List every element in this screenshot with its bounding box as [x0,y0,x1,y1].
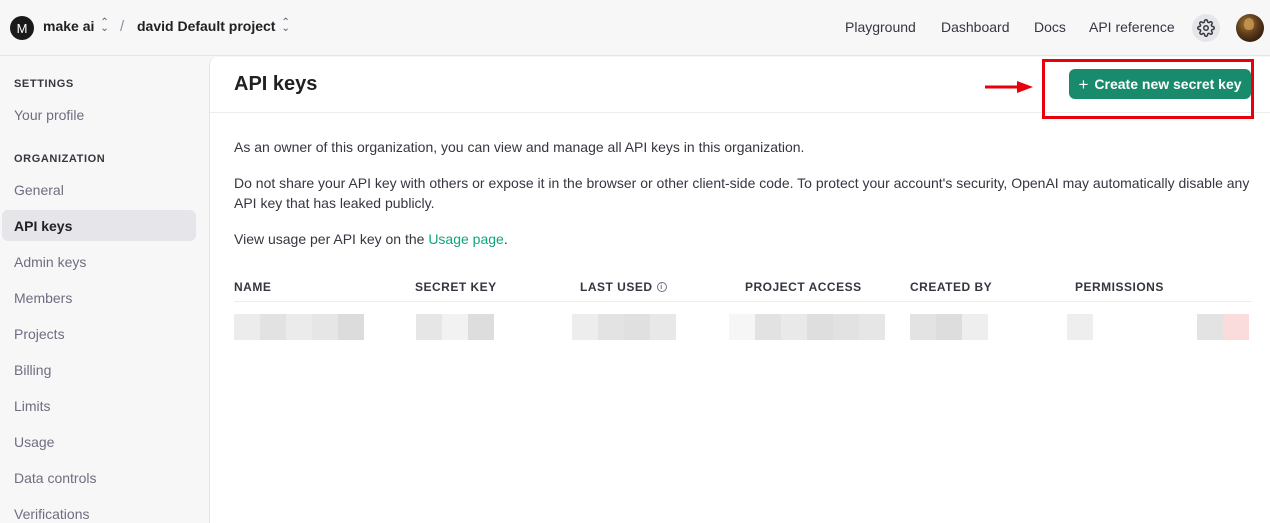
page-title: API keys [234,73,318,95]
plus-icon: + [1078,74,1089,94]
settings-heading: SETTINGS [14,78,74,90]
org-name: make ai [43,18,95,34]
sidebar-item-data-controls[interactable]: Data controls [2,462,196,493]
sidebar-item-limits[interactable]: Limits [2,390,196,421]
create-secret-key-label: Create new secret key [1094,76,1242,92]
column-header-project-access[interactable]: PROJECT ACCESS [745,280,862,294]
column-header-label: SECRET KEY [415,280,497,294]
info-icon[interactable]: i [656,282,667,292]
usage-note-suffix: . [503,231,508,247]
redacted-name [234,314,364,340]
table-divider [234,301,1252,302]
usage-note: View usage per API key on the Usage page… [234,229,1254,249]
nav-docs[interactable]: Docs [1034,19,1066,35]
sidebar-item-your-profile[interactable]: Your profile [2,99,196,130]
column-header-name[interactable]: NAME [234,280,271,294]
chevron-updown-icon: ⌃ ⌄ [281,17,290,34]
settings-button[interactable] [1192,14,1220,42]
breadcrumb-separator: / [120,18,125,35]
column-header-label: PERMISSIONS [1075,280,1164,294]
nav-api-reference[interactable]: API reference [1089,19,1175,35]
redacted-created-by [910,314,988,340]
org-avatar[interactable]: M [10,16,34,40]
sidebar-item-members[interactable]: Members [2,282,196,313]
redacted-secret-key [416,314,494,340]
column-header-label: PROJECT ACCESS [745,280,862,294]
top-bar: M make ai ⌃ ⌄ / david Default project ⌃ ⌄ … [0,0,1270,56]
usage-note-prefix: View usage per API key on the [234,231,429,247]
sidebar: SETTINGS Your profile ORGANIZATION Gener… [0,57,208,523]
redacted-last-used [572,314,676,340]
org-switcher[interactable]: make ai ⌃ ⌄ [43,17,109,35]
column-header-label: LAST USED [580,280,653,294]
user-avatar[interactable] [1236,14,1264,42]
sidebar-item-verifications[interactable]: Verifications [2,498,196,523]
column-header-permissions[interactable]: PERMISSIONS [1075,280,1164,294]
arrow-annotation-icon [985,81,1033,93]
redacted-permissions [1067,314,1093,340]
redacted-project-access [729,314,885,340]
usage-page-link[interactable]: Usage page [428,231,504,247]
nav-playground[interactable]: Playground [845,19,916,35]
sidebar-item-billing[interactable]: Billing [2,354,196,385]
project-name: david Default project [137,18,276,34]
project-switcher[interactable]: david Default project ⌃ ⌄ [137,17,290,35]
column-header-label: NAME [234,280,272,294]
create-secret-key-button[interactable]: + Create new secret key [1069,69,1251,99]
page-header: API keys + Create new secret key [210,57,1270,119]
sidebar-item-projects[interactable]: Projects [2,318,196,349]
nav-dashboard[interactable]: Dashboard [941,19,1010,35]
column-header-label: CREATED BY [910,280,993,294]
column-header-created-by[interactable]: CREATED BY [910,280,992,294]
sidebar-item-usage[interactable]: Usage [2,426,196,457]
sidebar-item-admin-keys[interactable]: Admin keys [2,246,196,277]
sidebar-item-general[interactable]: General [2,174,196,205]
main-content: API keys + Create new secret key As an o… [209,57,1270,523]
column-header-secret-key[interactable]: SECRET KEY [415,280,497,294]
owner-description: As an owner of this organization, you ca… [234,139,805,155]
organization-heading: ORGANIZATION [14,153,106,165]
sidebar-item-api-keys[interactable]: API keys [2,210,196,241]
chevron-updown-icon: ⌃ ⌄ [100,17,109,34]
gear-icon [1197,19,1215,37]
security-warning: Do not share your API key with others or… [234,175,1250,211]
column-header-last-used[interactable]: LAST USED i [580,280,667,294]
redacted-row-actions[interactable] [1197,314,1249,340]
